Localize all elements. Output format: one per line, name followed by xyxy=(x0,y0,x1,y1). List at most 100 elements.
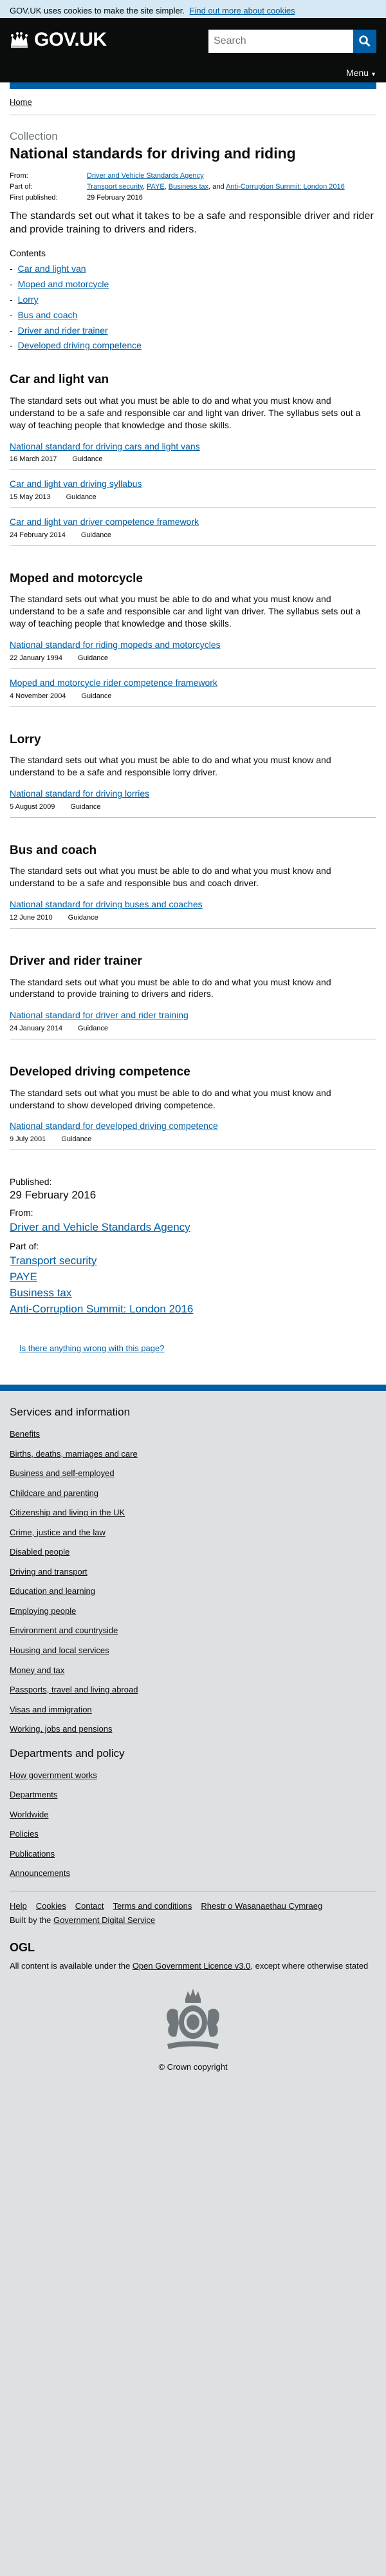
footer-cookies-link[interactable]: Cookies xyxy=(36,1900,66,1912)
section-title: Developed driving competence xyxy=(10,1065,190,1079)
document-item: National standard for developed driving … xyxy=(10,1120,376,1151)
document-item: Moped and motorcycle rider competence fr… xyxy=(10,677,376,707)
footer-link[interactable]: Publications xyxy=(10,1849,55,1859)
footer-link[interactable]: Crime, justice and the law xyxy=(10,1528,106,1537)
footer-link[interactable]: Benefits xyxy=(10,1429,40,1439)
document-date: 4 November 2004 xyxy=(10,692,66,700)
footer-link[interactable]: Visas and immigration xyxy=(10,1705,92,1714)
document-date: 15 May 2013 xyxy=(10,493,51,502)
footer-help-link[interactable]: Help xyxy=(10,1900,27,1912)
published-value: 29 February 2016 xyxy=(10,1189,96,1202)
meta-from-link[interactable]: Driver and Vehicle Standards Agency xyxy=(87,172,204,180)
meta-part-of: Transport security, PAYE, Business tax, … xyxy=(87,182,345,191)
footer-link[interactable]: Employing people xyxy=(10,1606,76,1616)
part-of-link[interactable]: Business tax xyxy=(10,1286,376,1301)
footer-link[interactable]: Disabled people xyxy=(10,1547,69,1557)
meta-part-of-link[interactable]: PAYE xyxy=(147,183,165,191)
copyright-link[interactable]: © Crown copyright xyxy=(158,2062,227,2072)
contents-link[interactable]: Bus and coach xyxy=(18,310,78,320)
cookie-info-link[interactable]: Find out more about cookies xyxy=(190,6,295,15)
part-of-link[interactable]: Transport security xyxy=(10,1254,376,1269)
footer-item: Passports, travel and living abroad xyxy=(10,1684,376,1696)
document-type: Guidance xyxy=(81,692,112,700)
footer-link[interactable]: Policies xyxy=(10,1829,39,1839)
document-link[interactable]: Car and light van driving syllabus xyxy=(10,478,376,490)
gds-link[interactable]: Government Digital Service xyxy=(53,1915,155,1925)
contents-link[interactable]: Developed driving competence xyxy=(18,340,142,350)
report-problem-link[interactable]: Is there anything wrong with this page? xyxy=(19,1343,164,1353)
footer-link[interactable]: How government works xyxy=(10,1770,97,1780)
footer-link[interactable]: Driving and transport xyxy=(10,1567,87,1577)
contents-link[interactable]: Moped and motorcycle xyxy=(18,279,109,289)
search-form xyxy=(208,30,376,53)
footer-link[interactable]: Business and self-employed xyxy=(10,1468,115,1478)
footer-item: Crime, justice and the law xyxy=(10,1527,376,1539)
document-type: Guidance xyxy=(66,493,96,502)
footer-item: Departments xyxy=(10,1789,376,1801)
footer-link[interactable]: Births, deaths, marriages and care xyxy=(10,1449,138,1459)
footer-link[interactable]: Money and tax xyxy=(10,1665,64,1675)
licence-pre: All content is available under the xyxy=(10,1961,131,1971)
footer-item: Housing and local services xyxy=(10,1645,376,1656)
contents-link[interactable]: Car and light van xyxy=(18,263,86,274)
footer-item: Driving and transport xyxy=(10,1566,376,1578)
royal-crest-icon[interactable] xyxy=(154,1985,232,2056)
breadcrumb: Home xyxy=(10,89,376,115)
contents-list: - Car and light van - Moped and motorcycle… xyxy=(10,263,376,352)
footer-link[interactable]: Announcements xyxy=(10,1868,70,1878)
cookie-banner: GOV.UK uses cookies to make the site sim… xyxy=(0,0,386,18)
part-of-link[interactable]: Anti-Corruption Summit: London 2016 xyxy=(10,1302,376,1317)
footer-link[interactable]: Passports, travel and living abroad xyxy=(10,1685,138,1694)
footer-link[interactable]: Worldwide xyxy=(10,1810,48,1819)
footer-top-border xyxy=(0,1385,386,1392)
document-item: National standard for driver and rider t… xyxy=(10,1009,376,1040)
document-type: Guidance xyxy=(72,455,103,464)
chevron-down-icon: ▼ xyxy=(371,71,376,77)
crest-area: © Crown copyright xyxy=(10,1985,376,2072)
document-link[interactable]: National standard for driving buses and … xyxy=(10,898,376,911)
search-button[interactable] xyxy=(353,30,376,53)
footer-link[interactable]: Childcare and parenting xyxy=(10,1488,98,1498)
footer-item: Disabled people xyxy=(10,1546,376,1558)
footer-item: Births, deaths, marriages and care xyxy=(10,1448,376,1460)
licence-link[interactable]: Open Government Licence v3.0 xyxy=(133,1961,251,1971)
report-area: Is there anything wrong with this page? xyxy=(0,1331,386,1385)
meta-first-published-label: First published: xyxy=(10,193,58,202)
document-link[interactable]: National standard for driving cars and l… xyxy=(10,440,376,453)
footer-link[interactable]: Housing and local services xyxy=(10,1645,109,1655)
breadcrumb-home[interactable]: Home xyxy=(10,97,32,107)
meta-part-of-link[interactable]: Anti-Corruption Summit: London 2016 xyxy=(226,183,345,191)
search-input[interactable] xyxy=(208,30,353,53)
document-link[interactable]: National standard for developed driving … xyxy=(10,1120,376,1132)
from-link[interactable]: Driver and Vehicle Standards Agency xyxy=(10,1220,376,1235)
footer-link[interactable]: Departments xyxy=(10,1790,57,1799)
built-by-text: Built by the xyxy=(10,1915,51,1925)
footer-item: Money and tax xyxy=(10,1665,376,1676)
footer-welsh-link[interactable]: Rhestr o Wasanaethau Cymraeg xyxy=(201,1900,322,1912)
menu-label: Menu xyxy=(346,68,369,78)
meta-part-of-link[interactable]: Transport security xyxy=(87,183,143,191)
part-of-link[interactable]: PAYE xyxy=(10,1270,376,1285)
footer-meta-links: Help Cookies Contact Terms and condition… xyxy=(10,1900,376,1912)
footer-terms-link[interactable]: Terms and conditions xyxy=(113,1900,192,1912)
footer-link[interactable]: Citizenship and living in the UK xyxy=(10,1508,125,1517)
section-title: Bus and coach xyxy=(10,843,97,857)
footer-link[interactable]: Environment and countryside xyxy=(10,1625,118,1635)
menu-toggle[interactable]: Menu ▼ xyxy=(346,67,376,79)
document-link[interactable]: National standard for driver and rider t… xyxy=(10,1009,376,1021)
footer-item: Employing people xyxy=(10,1605,376,1617)
document-link[interactable]: Car and light van driver competence fram… xyxy=(10,516,376,528)
document-link[interactable]: National standard for driving lorries xyxy=(10,788,376,800)
contents-link[interactable]: Driver and rider trainer xyxy=(18,325,108,336)
document-link[interactable]: Moped and motorcycle rider competence fr… xyxy=(10,677,376,689)
footer-item: Announcements xyxy=(10,1868,376,1879)
contents-link[interactable]: Lorry xyxy=(18,294,39,305)
meta-part-of-link[interactable]: Business tax xyxy=(169,183,208,191)
site-footer: Services and information Benefits Births… xyxy=(0,1391,386,2112)
footer-contact-link[interactable]: Contact xyxy=(75,1900,104,1912)
footer-item: Citizenship and living in the UK xyxy=(10,1507,376,1519)
footer-link[interactable]: Education and learning xyxy=(10,1586,95,1596)
document-link[interactable]: National standard for riding mopeds and … xyxy=(10,639,376,651)
licence-row: OGL All content is available under the O… xyxy=(10,1940,376,1972)
footer-link[interactable]: Working, jobs and pensions xyxy=(10,1724,112,1734)
